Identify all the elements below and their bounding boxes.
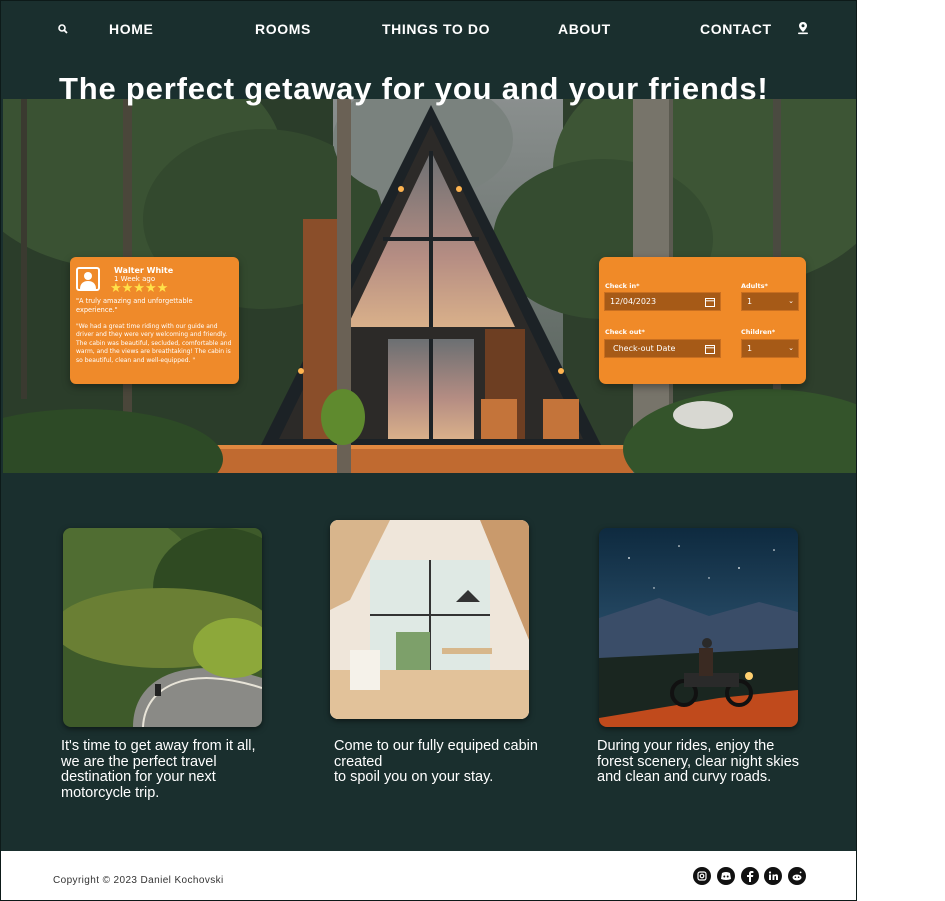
nav-contact[interactable]: CONTACT — [700, 21, 772, 37]
calendar-icon — [705, 296, 715, 307]
checkout-placeholder: Check-out Date — [613, 344, 676, 353]
nav-home[interactable]: HOME — [109, 21, 153, 37]
linkedin-icon[interactable] — [764, 867, 782, 885]
chevron-down-icon: ⌄ — [788, 297, 794, 305]
checkin-value: 12/04/2023 — [610, 297, 657, 306]
review-card: Walter White 1 Week ago ★★★★★ "A truly a… — [70, 257, 239, 384]
location-pin-icon[interactable] — [796, 21, 812, 37]
user-avatar-icon — [76, 267, 100, 291]
checkout-label: Check out* — [605, 328, 645, 336]
nav-things-to-do[interactable]: THINGS TO DO — [382, 21, 490, 37]
nav-about[interactable]: ABOUT — [558, 21, 611, 37]
adults-label: Adults* — [741, 282, 768, 290]
search-icon[interactable] — [57, 22, 73, 38]
card-text-2: Come to our fully equiped cabin created … — [334, 738, 538, 785]
review-quote: "A truly amazing and unforgettable exper… — [76, 297, 193, 314]
copyright-text: Copyright © 2023 Daniel Kochovski — [53, 875, 224, 886]
checkin-label: Check in* — [605, 282, 640, 290]
adults-select[interactable]: 1 ⌄ — [741, 292, 799, 311]
discord-icon[interactable] — [717, 867, 735, 885]
review-body: "We had a great time riding with our gui… — [76, 323, 232, 364]
booking-form: Check in* 12/04/2023 Adults* 1 ⌄ Check o… — [599, 257, 806, 384]
top-nav: HOME ROOMS THINGS TO DO ABOUT CONTACT — [1, 1, 856, 57]
chevron-down-icon: ⌄ — [788, 344, 794, 352]
reviewer-name: Walter White — [114, 266, 174, 275]
checkin-field[interactable]: 12/04/2023 — [604, 292, 721, 311]
calendar-icon — [705, 343, 715, 354]
rating-stars: ★★★★★ — [110, 281, 169, 296]
children-value: 1 — [747, 344, 753, 353]
children-select[interactable]: 1 ⌄ — [741, 339, 799, 358]
card-image-night-ride — [599, 528, 798, 727]
reddit-icon[interactable] — [788, 867, 806, 885]
page: HOME ROOMS THINGS TO DO ABOUT CONTACT Th… — [0, 0, 857, 901]
checkout-field[interactable]: Check-out Date — [604, 339, 721, 358]
card-text-3: During your rides, enjoy the forest scen… — [597, 738, 800, 785]
footer: Copyright © 2023 Daniel Kochovski — [1, 849, 856, 900]
adults-value: 1 — [747, 297, 753, 306]
hero-headline: The perfect getaway for you and your fri… — [59, 71, 769, 106]
facebook-icon[interactable] — [741, 867, 759, 885]
card-image-road — [63, 528, 262, 727]
card-text-1: It's time to get away from it all, we ar… — [61, 738, 256, 801]
children-label: Children* — [741, 328, 776, 336]
nav-rooms[interactable]: ROOMS — [255, 21, 311, 37]
card-image-interior — [330, 520, 529, 719]
instagram-icon[interactable] — [693, 867, 711, 885]
